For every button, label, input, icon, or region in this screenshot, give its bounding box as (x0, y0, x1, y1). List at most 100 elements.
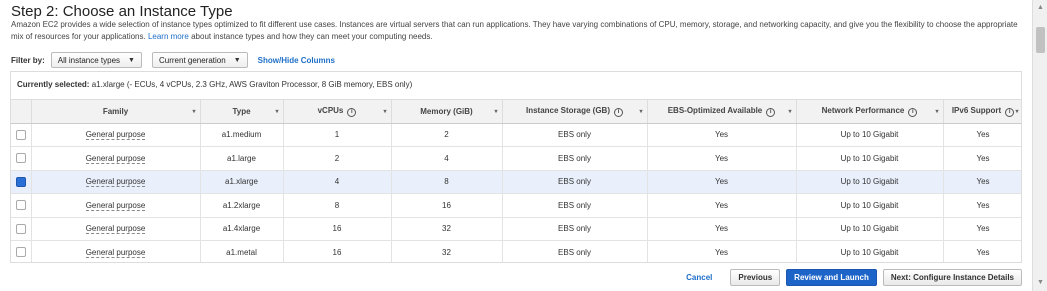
sort-caret-icon: ▾ (935, 109, 939, 115)
row-checkbox[interactable] (15, 223, 26, 234)
network-cell: Up to 10 Gigabit (796, 217, 944, 241)
row-checkbox-cell[interactable] (11, 123, 32, 147)
header-ebs-label: EBS-Optimized Available (667, 105, 763, 115)
description-tail: about instance types and how they can me… (188, 32, 433, 41)
filter-label: Filter by: (11, 55, 45, 65)
row-checkbox[interactable] (15, 200, 26, 211)
row-checkbox-cell[interactable] (11, 170, 32, 194)
family-cell: General purpose (31, 170, 201, 194)
instance-type-table: Family ▾ Type ▾ vCPUs i ▾ Memory (GiB) ▾ Inst… (10, 99, 1022, 263)
header-ipv6-label: IPv6 Support (951, 105, 1002, 115)
page-scrollbar[interactable]: ▲ ▼ (1032, 0, 1047, 291)
ipv6-cell: Yes (943, 146, 1021, 171)
header-ebs[interactable]: EBS-Optimized Available i ▾ (647, 100, 797, 124)
header-type-label: Type (232, 106, 251, 116)
table-row-selected[interactable]: General purpose a1.xlarge 4 8 EBS only Y… (11, 170, 1021, 194)
cancel-button[interactable]: Cancel (686, 273, 712, 282)
header-family-label: Family (102, 106, 129, 116)
info-icon[interactable]: i (908, 107, 918, 117)
memory-cell: 4 (391, 146, 503, 171)
previous-button[interactable]: Previous (730, 268, 781, 286)
ebs-cell: Yes (647, 217, 797, 241)
row-checkbox-cell[interactable] (11, 240, 32, 262)
type-cell: a1.medium (200, 123, 284, 147)
ipv6-cell: Yes (943, 217, 1021, 241)
header-memory[interactable]: Memory (GiB) ▾ (391, 100, 503, 124)
type-cell: a1.metal (200, 240, 284, 262)
row-checkbox[interactable] (15, 129, 26, 140)
scroll-down-arrow-icon[interactable]: ▼ (1037, 279, 1044, 286)
row-checkbox-checked[interactable] (15, 176, 26, 187)
review-and-launch-button[interactable]: Review and Launch (786, 268, 877, 286)
row-checkbox[interactable] (15, 247, 26, 258)
sort-caret-icon: ▾ (494, 109, 498, 115)
header-storage-label: Instance Storage (GB) (525, 105, 610, 115)
header-network[interactable]: Network Performance i ▾ (796, 100, 944, 124)
currently-selected-value: a1.xlarge (- ECUs, 4 vCPUs, 2.3 GHz, AWS… (91, 80, 413, 89)
family-link[interactable]: General purpose (85, 130, 146, 141)
family-link[interactable]: General purpose (85, 224, 146, 235)
vcpus-cell: 4 (283, 170, 392, 194)
currently-selected-label: Currently selected: (17, 80, 90, 89)
show-hide-columns-link[interactable]: Show/Hide Columns (258, 56, 335, 65)
wizard-footer: Cancel Previous Review and Launch Next: … (686, 268, 1022, 286)
table-row[interactable]: General purpose a1.metal 16 32 EBS only … (11, 240, 1021, 262)
table-row[interactable]: General purpose a1.2xlarge 8 16 EBS only… (11, 193, 1021, 218)
header-type[interactable]: Type ▾ (200, 100, 284, 124)
type-cell: a1.large (200, 146, 284, 171)
chevron-down-icon: ▼ (233, 56, 241, 64)
storage-cell: EBS only (502, 193, 648, 218)
vcpus-cell: 8 (283, 193, 392, 218)
family-link[interactable]: General purpose (85, 177, 146, 188)
header-vcpus[interactable]: vCPUs i ▾ (283, 100, 392, 124)
table-row[interactable]: General purpose a1.4xlarge 16 32 EBS onl… (11, 217, 1021, 241)
sort-caret-icon: ▾ (788, 109, 792, 115)
generation-select[interactable]: Current generation ▼ (151, 52, 248, 68)
table-body: General purpose a1.medium 1 2 EBS only Y… (11, 123, 1021, 262)
header-storage[interactable]: Instance Storage (GB) i ▾ (502, 100, 648, 124)
family-cell: General purpose (31, 123, 201, 147)
row-checkbox-cell[interactable] (11, 146, 32, 171)
network-cell: Up to 10 Gigabit (796, 123, 944, 147)
header-ipv6[interactable]: IPv6 Support i ▾ (943, 100, 1021, 124)
scroll-up-arrow-icon[interactable]: ▲ (1037, 4, 1044, 11)
learn-more-link[interactable]: Learn more (148, 32, 189, 41)
vcpus-cell: 16 (283, 240, 392, 262)
ipv6-cell: Yes (943, 240, 1021, 262)
header-family[interactable]: Family ▾ (31, 100, 201, 124)
family-cell: General purpose (31, 193, 201, 218)
sort-caret-icon: ▾ (1015, 109, 1019, 115)
network-cell: Up to 10 Gigabit (796, 240, 944, 262)
table-row[interactable]: General purpose a1.medium 1 2 EBS only Y… (11, 123, 1021, 147)
header-vcpus-label: vCPUs (317, 105, 344, 115)
family-link[interactable]: General purpose (85, 247, 146, 258)
page-title: Step 2: Choose an Instance Type (11, 3, 233, 20)
row-checkbox-cell[interactable] (11, 217, 32, 241)
instance-table: Family ▾ Type ▾ vCPUs i ▾ Memory (GiB) ▾ Inst… (11, 100, 1021, 262)
vcpus-cell: 16 (283, 217, 392, 241)
sort-caret-icon: ▾ (383, 109, 387, 115)
next-configure-instance-button[interactable]: Next: Configure Instance Details (882, 268, 1022, 286)
instance-types-select[interactable]: All instance types ▼ (50, 52, 142, 68)
instance-types-select-value: All instance types (57, 55, 121, 65)
info-icon[interactable]: i (1005, 107, 1015, 117)
family-link[interactable]: General purpose (85, 200, 146, 211)
info-icon[interactable]: i (347, 107, 357, 117)
vcpus-cell: 2 (283, 146, 392, 171)
row-checkbox-cell[interactable] (11, 193, 32, 218)
type-cell: a1.xlarge (200, 170, 284, 194)
family-cell: General purpose (31, 146, 201, 171)
info-icon[interactable]: i (614, 107, 623, 117)
storage-cell: EBS only (502, 217, 648, 241)
network-cell: Up to 10 Gigabit (796, 170, 944, 194)
scrollbar-thumb[interactable] (1036, 27, 1045, 53)
table-header-row: Family ▾ Type ▾ vCPUs i ▾ Memory (GiB) ▾ Inst… (11, 100, 1021, 124)
memory-cell: 2 (391, 123, 503, 147)
ipv6-cell: Yes (943, 170, 1021, 194)
ebs-cell: Yes (647, 170, 797, 194)
info-icon[interactable]: i (766, 107, 776, 117)
table-row[interactable]: General purpose a1.large 2 4 EBS only Ye… (11, 146, 1021, 171)
family-link[interactable]: General purpose (85, 153, 146, 164)
header-network-label: Network Performance (821, 105, 905, 115)
row-checkbox[interactable] (15, 153, 26, 164)
